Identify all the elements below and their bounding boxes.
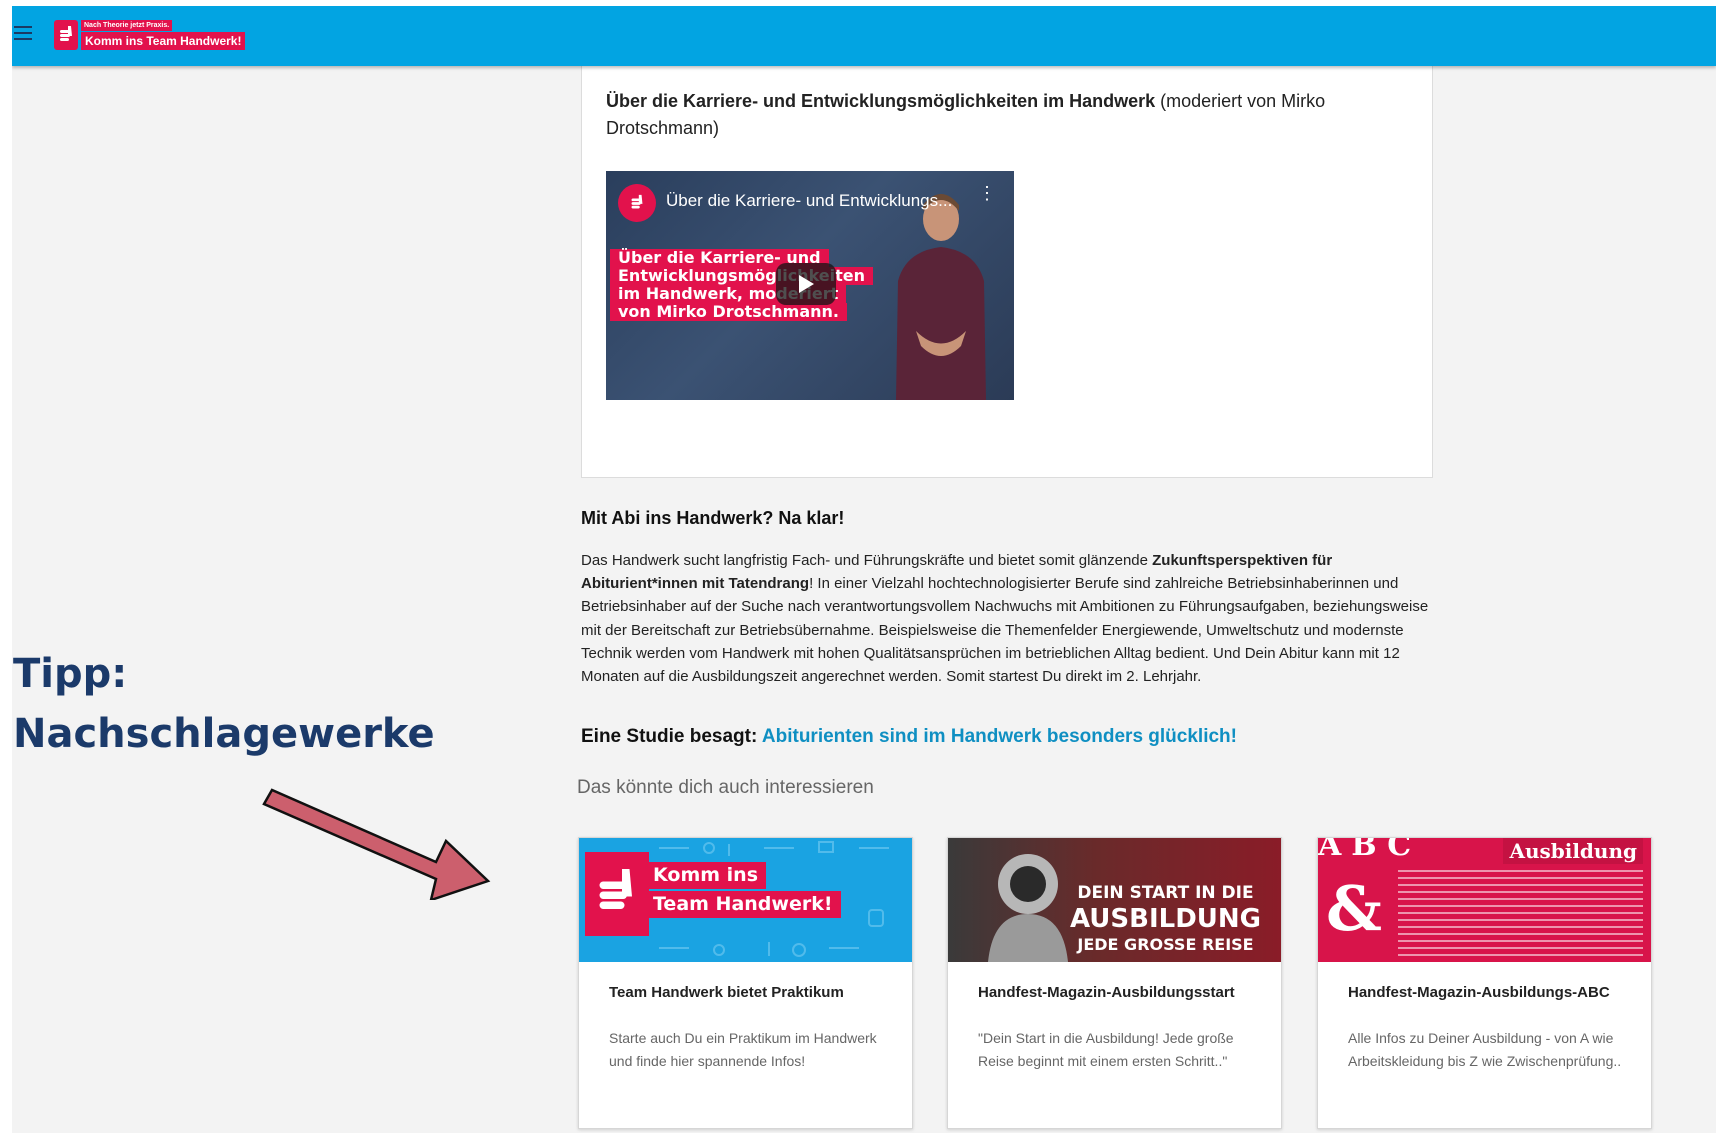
video-section-title-bold: Über die Karriere- und Entwicklungsmögli… bbox=[606, 91, 1156, 111]
card-image: Komm ins Team Handwerk! bbox=[579, 838, 912, 962]
card-image-text: Komm ins bbox=[645, 862, 767, 889]
paragraph-text: Das Handwerk sucht langfristig Fach- und… bbox=[581, 552, 1153, 569]
logo-tagline: Nach Theorie jetzt Praxis. bbox=[81, 20, 173, 31]
hamburger-menu-icon[interactable] bbox=[14, 26, 32, 40]
ampersand-graphic: & bbox=[1326, 872, 1382, 945]
site-logo[interactable]: Nach Theorie jetzt Praxis. Komm ins Team… bbox=[54, 20, 246, 50]
card-text: "Dein Start in die Ausbildung! Jede groß… bbox=[978, 1030, 1234, 1069]
study-line: Eine Studie besagt: Abiturienten sind im… bbox=[581, 726, 1237, 748]
related-card[interactable]: Komm ins Team Handwerk! Team Handwerk bi… bbox=[578, 837, 913, 1129]
more-options-icon[interactable]: ⋮ bbox=[978, 184, 996, 202]
annotation-line: Nachschlagewerke bbox=[13, 711, 435, 757]
card-image-text: Team Handwerk! bbox=[645, 891, 841, 918]
article-paragraph: Das Handwerk sucht langfristig Fach- und… bbox=[581, 549, 1431, 688]
related-heading: Das könnte dich auch interessieren bbox=[577, 777, 874, 798]
channel-logo-icon[interactable] bbox=[618, 184, 656, 222]
study-label: Eine Studie besagt: bbox=[581, 726, 762, 747]
overlay-line: von Mirko Drotschmann. bbox=[610, 303, 847, 321]
play-button-icon[interactable] bbox=[776, 263, 836, 305]
card-text: Alle Infos zu Deiner Ausbildung - von A … bbox=[1348, 1030, 1622, 1069]
text-block-pattern bbox=[1398, 870, 1643, 956]
image-line: JEDE GROSSE REISE bbox=[1077, 935, 1254, 954]
page: Nach Theorie jetzt Praxis. Komm ins Team… bbox=[12, 6, 1716, 1133]
study-link[interactable]: Abiturienten sind im Handwerk besonders … bbox=[762, 726, 1237, 747]
card-title[interactable]: Handfest-Magazin-Ausbildungs-ABC bbox=[1348, 984, 1610, 1001]
video-title[interactable]: Über die Karriere- und Entwicklungs... bbox=[666, 191, 952, 211]
image-line: AUSBILDUNG bbox=[1069, 904, 1261, 934]
thumbs-up-logo-icon bbox=[54, 20, 78, 50]
thumbs-up-icon bbox=[585, 852, 649, 936]
card-image: ABC Ausbildung & bbox=[1318, 838, 1651, 962]
annotation-line: Tipp: bbox=[13, 651, 128, 697]
annotation-tip: Tipp: Nachschlagewerke bbox=[13, 644, 435, 764]
card-image-text: Ausbildung bbox=[1503, 838, 1643, 864]
annotation-arrow-icon bbox=[262, 788, 491, 900]
video-card: Über die Karriere- und Entwicklungsmögli… bbox=[581, 61, 1433, 478]
card-image-text: ABC bbox=[1318, 838, 1422, 863]
card-title[interactable]: Team Handwerk bietet Praktikum bbox=[609, 984, 844, 1001]
related-card[interactable]: DEIN START IN DIE AUSBILDUNG JEDE GROSSE… bbox=[947, 837, 1282, 1129]
top-navigation-bar: Nach Theorie jetzt Praxis. Komm ins Team… bbox=[12, 6, 1716, 66]
logo-title: Komm ins Team Handwerk! bbox=[81, 32, 246, 50]
embedded-video-player[interactable]: Über die Karriere- und Entwicklungs... ⋮… bbox=[606, 171, 1014, 400]
card-title[interactable]: Handfest-Magazin-Ausbildungsstart bbox=[978, 984, 1235, 1001]
card-text: Starte auch Du ein Praktikum im Handwerk… bbox=[609, 1030, 877, 1069]
related-card[interactable]: ABC Ausbildung & Handfest-Magazin-Ausbil… bbox=[1317, 837, 1652, 1129]
image-line: DEIN START IN DIE bbox=[1077, 883, 1254, 903]
article-heading: Mit Abi ins Handwerk? Na klar! bbox=[581, 508, 845, 528]
card-image-text: DEIN START IN DIE AUSBILDUNG JEDE GROSSE… bbox=[1070, 882, 1261, 956]
video-overlay-text: Über die Karriere- und Entwicklungsmögli… bbox=[610, 249, 920, 321]
video-section-title: Über die Karriere- und Entwicklungsmögli… bbox=[606, 88, 1396, 142]
card-image: DEIN START IN DIE AUSBILDUNG JEDE GROSSE… bbox=[948, 838, 1281, 962]
